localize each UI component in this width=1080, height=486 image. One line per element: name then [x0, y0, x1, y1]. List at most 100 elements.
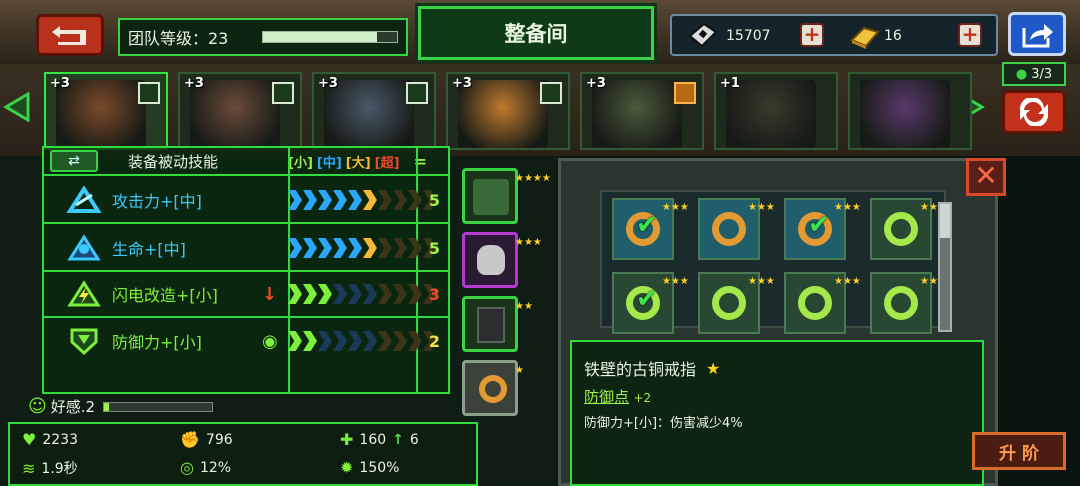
attack-skill-icon	[62, 182, 106, 218]
star-rating: ★★★	[920, 276, 947, 287]
hero-card[interactable]: +3	[178, 72, 302, 150]
star-rating: ★★★	[748, 276, 775, 287]
skill-chevron	[393, 190, 407, 210]
skill-chevron	[333, 238, 347, 258]
inventory-ring-item[interactable]: ✔ ★★★	[612, 198, 689, 260]
skill-value: 3	[428, 284, 440, 304]
team-count-value: 3/3	[1031, 66, 1053, 82]
skill-chevron	[348, 284, 362, 304]
hero-role-icon	[138, 82, 160, 104]
size-label-large: [大]	[345, 155, 371, 171]
skill-chevron	[408, 331, 422, 351]
inventory-ring-item[interactable]: ★★★	[870, 272, 947, 334]
passive-panel-title: 装备被动技能	[128, 152, 219, 171]
star-rating: ★★★	[834, 276, 861, 287]
share-button[interactable]	[1008, 12, 1066, 56]
armor-vest-icon	[477, 307, 505, 343]
equip-slot-armor[interactable]: ★★	[462, 296, 533, 352]
skill-chevron	[288, 284, 302, 304]
hero-card[interactable]: +3	[446, 72, 570, 150]
item-name: 铁壁的古铜戒指	[584, 360, 697, 379]
back-arrow-icon	[52, 26, 86, 45]
equipment-passive-skills-panel: ⇄ 装备被动技能 [小] [中] [大] [超] = 攻击力+[中] 5 生命+…	[42, 146, 450, 394]
ring-icon	[479, 375, 507, 403]
hero-card[interactable]: +3	[580, 72, 704, 150]
swap-team-button[interactable]	[1002, 90, 1066, 134]
upgrade-button[interactable]: 升 阶	[972, 432, 1066, 470]
skill-chevron	[393, 331, 407, 351]
equipped-check-icon: ✔	[808, 210, 830, 240]
skill-chevron	[288, 238, 302, 258]
skill-chevron	[333, 284, 347, 304]
page-title: 整备间	[415, 3, 657, 63]
skill-row-hp: 生命+[中] 5	[44, 226, 448, 272]
stat-armor-value: 160	[359, 431, 387, 448]
skill-level-chevrons	[288, 190, 438, 210]
close-button[interactable]: ✕	[966, 158, 1006, 196]
equip-slot-weapon[interactable]: ★★★★	[462, 168, 551, 224]
currency-panel: 15707 + 16 +	[670, 14, 998, 56]
add-currency-1-button[interactable]: +	[800, 23, 824, 47]
team-count-badge: ● 3/3	[1002, 62, 1066, 86]
increase-arrow-icon: ↑	[392, 431, 404, 448]
hero-card[interactable]: +3	[312, 72, 436, 150]
gold-bar-icon	[850, 26, 880, 49]
scrollbar-thumb[interactable]	[940, 204, 950, 238]
inventory-ring-item[interactable]: ★★★	[784, 272, 861, 334]
hero-level: +3	[452, 76, 472, 91]
share-icon	[1022, 24, 1053, 48]
toggle-view-button[interactable]: ⇄	[50, 150, 98, 172]
stat-attack-value: 796	[205, 431, 233, 448]
equip-slot-helmet[interactable]: ★★★	[462, 232, 542, 288]
skill-chevron	[408, 190, 422, 210]
hero-card[interactable]	[848, 72, 972, 150]
affinity-bar	[103, 401, 214, 412]
lightning-skill-icon	[62, 276, 106, 312]
affinity-row: ☺ 好感.2	[28, 396, 214, 417]
skill-chevron	[333, 331, 347, 351]
inventory-ring-item[interactable]: ★★★	[698, 198, 775, 260]
inventory-ring-item[interactable]: ✔ ★★★	[612, 272, 689, 334]
stat-crit-value: 12%	[199, 459, 232, 476]
star-rating: ★	[515, 365, 524, 376]
stat-crit: ◎ 12%	[180, 458, 231, 477]
skill-row-defense: 防御力+[小] ◉ 2	[44, 318, 448, 364]
defense-points-bonus: +2	[633, 391, 652, 405]
defense-points-link[interactable]: 防御点	[584, 388, 629, 406]
hero-role-icon	[540, 82, 562, 104]
skill-chevron	[303, 331, 317, 351]
skull-helmet-icon	[477, 245, 505, 275]
size-label-medium: [中]	[316, 155, 342, 171]
equipped-check-icon: ✔	[636, 210, 658, 240]
inventory-ring-item[interactable]: ✔ ★★★	[784, 198, 861, 260]
stat-damage-multiplier-value: 150%	[359, 459, 400, 476]
skill-chevron	[348, 190, 362, 210]
scroll-left-arrow-icon[interactable]	[2, 92, 32, 122]
star-rating: ★★	[515, 301, 533, 312]
currency-2-value: 16	[884, 28, 902, 44]
target-icon: ◎	[180, 458, 194, 477]
skill-chevron	[303, 238, 317, 258]
inventory-ring-item[interactable]: ★★★	[698, 272, 775, 334]
skill-chevron	[393, 238, 407, 258]
hero-level: +3	[50, 76, 70, 91]
star-rating: ★★★★	[515, 173, 551, 184]
inventory-ring-item[interactable]: ★★★	[870, 198, 947, 260]
skill-level-chevrons	[288, 331, 438, 351]
star-rating: ★★★	[662, 276, 689, 287]
stat-hp-value: 2233	[42, 431, 78, 448]
equip-slot-ring[interactable]: ★	[462, 360, 524, 416]
back-button[interactable]	[36, 14, 104, 56]
heart-icon: ♥	[22, 430, 37, 449]
skill-chevron	[363, 190, 377, 210]
hero-card[interactable]: +1	[714, 72, 838, 150]
stat-damage-multiplier: ✹ 150%	[340, 458, 399, 477]
skill-row-attack: 攻击力+[中] 5	[44, 178, 448, 224]
skill-chevron	[348, 238, 362, 258]
hero-card[interactable]: +3	[44, 72, 168, 150]
skill-chevron	[288, 331, 302, 351]
hero-role-icon	[406, 82, 428, 104]
add-currency-2-button[interactable]: +	[958, 23, 982, 47]
gear-target-icon: ◉	[262, 330, 278, 352]
star-rating: ★★★	[920, 202, 947, 213]
